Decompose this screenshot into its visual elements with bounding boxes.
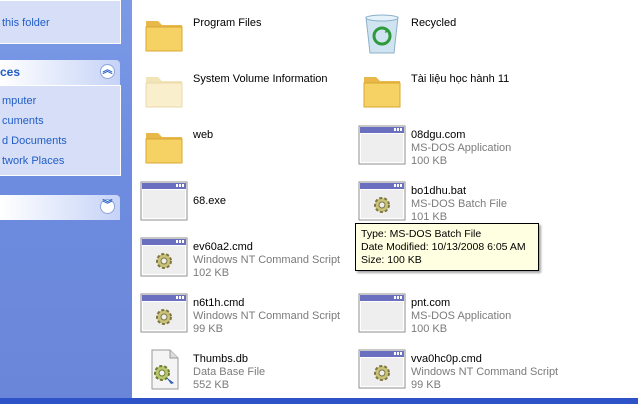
- file-type: Data Base File: [193, 366, 266, 378]
- file-size: 99 KB: [411, 379, 441, 391]
- folder-icon: [145, 133, 183, 164]
- file-name: 68.exe: [193, 195, 227, 207]
- file-item[interactable]: Recycled: [354, 8, 574, 58]
- place-link-my-computer[interactable]: mputer: [2, 95, 36, 107]
- dos-window-icon: [358, 125, 406, 165]
- dos-window-icon: [140, 181, 188, 221]
- other-places-box: mputer cuments d Documents twork Places: [0, 85, 121, 176]
- file-item[interactable]: web: [136, 120, 356, 170]
- file-name: vva0hc0p.cmd: [411, 353, 482, 365]
- file-type: Windows NT Command Script: [411, 366, 559, 378]
- place-link-my-documents[interactable]: cuments: [2, 115, 44, 127]
- share-folder-link[interactable]: this folder: [2, 17, 50, 29]
- batch-gear-icon: [140, 237, 188, 277]
- file-type: MS-DOS Batch File: [411, 198, 507, 210]
- file-info-tooltip: Type: MS-DOS Batch File Date Modified: 1…: [355, 223, 539, 271]
- file-item[interactable]: pnt.com MS-DOS Application 100 KB: [354, 288, 574, 338]
- batch-gear-icon: [358, 181, 406, 221]
- file-folder-tasks-box: this folder: [0, 0, 121, 44]
- file-name: 08dgu.com: [411, 129, 466, 141]
- file-size: 100 KB: [411, 323, 448, 335]
- collapse-chevron-icon[interactable]: ︽: [100, 64, 115, 79]
- file-name: bo1dhu.bat: [411, 185, 467, 197]
- file-name: Tài liệu học hành 11: [411, 73, 510, 85]
- file-name: ev60a2.cmd: [193, 241, 253, 253]
- other-places-title: ces: [0, 65, 21, 79]
- file-size: 102 KB: [193, 267, 230, 279]
- file-item[interactable]: 68.exe: [136, 176, 356, 226]
- tooltip-date-modified: Date Modified: 10/13/2008 6:05 AM: [361, 241, 526, 253]
- file-name: web: [193, 129, 214, 141]
- file-name: pnt.com: [411, 297, 451, 309]
- file-list-view[interactable]: Program Files Recycled System Volume Inf…: [132, 0, 638, 398]
- file-item[interactable]: Tài liệu học hành 11: [354, 64, 574, 114]
- file-item[interactable]: System Volume Information: [136, 64, 356, 114]
- file-name: Thumbs.db: [193, 353, 249, 365]
- details-header[interactable]: ︾: [0, 195, 120, 220]
- file-type: MS-DOS Application: [411, 142, 512, 154]
- file-item[interactable]: bo1dhu.bat MS-DOS Batch File 101 KB: [354, 176, 574, 226]
- place-link-shared-documents[interactable]: d Documents: [2, 135, 67, 147]
- file-size: 100 KB: [411, 155, 448, 167]
- batch-gear-icon: [140, 293, 188, 333]
- database-file-icon: [151, 349, 179, 390]
- file-type: Windows NT Command Script: [193, 254, 341, 266]
- file-type: MS-DOS Application: [411, 310, 512, 322]
- folder-icon: [363, 77, 401, 108]
- file-item[interactable]: Program Files: [136, 8, 356, 58]
- tooltip-type: Type: MS-DOS Batch File: [361, 228, 482, 240]
- file-item[interactable]: n6t1h.cmd Windows NT Command Script 99 K…: [136, 288, 356, 338]
- file-name: Program Files: [193, 17, 262, 29]
- file-item[interactable]: 08dgu.com MS-DOS Application 100 KB: [354, 120, 574, 170]
- recycle-bin-icon: [365, 14, 399, 54]
- other-places-header[interactable]: ces ︽: [0, 60, 120, 85]
- folder-icon: [145, 21, 183, 52]
- file-item[interactable]: ev60a2.cmd Windows NT Command Script 102…: [136, 232, 356, 282]
- task-pane: this folder ces ︽ mputer cuments d Docum…: [0, 0, 132, 398]
- file-item[interactable]: vva0hc0p.cmd Windows NT Command Script 9…: [354, 344, 574, 394]
- expand-chevron-icon[interactable]: ︾: [100, 199, 115, 214]
- file-size: 552 KB: [193, 379, 230, 391]
- dos-window-icon: [358, 293, 406, 333]
- file-item[interactable]: Thumbs.db Data Base File 552 KB: [136, 344, 356, 394]
- file-name: Recycled: [411, 17, 457, 29]
- file-size: 99 KB: [193, 323, 223, 335]
- folder-faded-icon: [145, 77, 183, 108]
- batch-gear-icon: [358, 349, 406, 389]
- place-link-network-places[interactable]: twork Places: [2, 155, 64, 167]
- file-name: n6t1h.cmd: [193, 297, 245, 309]
- tooltip-size: Size: 100 KB: [361, 254, 422, 266]
- file-type: Windows NT Command Script: [193, 310, 341, 322]
- file-name: System Volume Information: [193, 73, 328, 85]
- window-bottom-border: [0, 398, 638, 404]
